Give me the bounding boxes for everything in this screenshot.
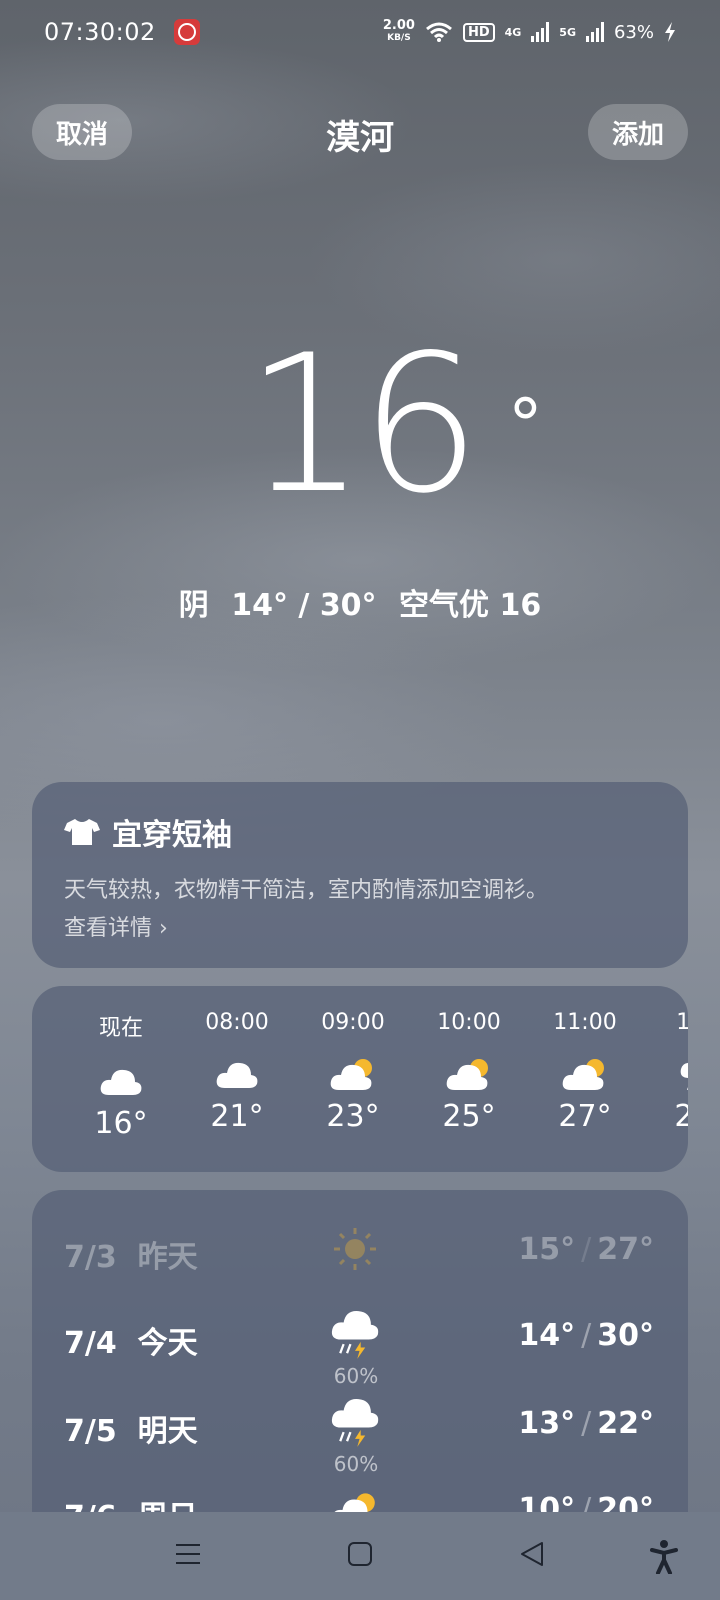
day-label: 7/5 明天 xyxy=(64,1406,198,1450)
day-date: 7/3 xyxy=(64,1240,117,1275)
hour-temp: 16° xyxy=(94,1106,148,1141)
network-5g-label: 5G xyxy=(559,25,576,39)
hour-time: 12:0 xyxy=(676,1010,688,1035)
signal-4g-icon xyxy=(531,22,550,42)
current-temp-value: 16 ° xyxy=(245,330,543,520)
partly-cloudy-icon xyxy=(330,1059,372,1090)
day-row[interactable]: 7/3 昨天 15°/27° xyxy=(64,1228,654,1312)
daily-forecast-card[interactable]: 7/3 昨天 15°/27° 7/4 今天 60% 14°/30° 7/5 明天… xyxy=(32,1190,688,1530)
tip-details-link[interactable]: 查看详情 › xyxy=(64,910,656,942)
hourly-forecast-card[interactable]: 现在 16° 08:00 21° 09:00 23° 10:00 25° 11:… xyxy=(32,986,688,1172)
day-label: 7/3 昨天 xyxy=(64,1232,198,1276)
hour-time: 09:00 xyxy=(321,1010,385,1035)
thunderstorm-icon xyxy=(331,1311,379,1359)
hour-temp: 27° xyxy=(674,1099,688,1134)
screen-record-icon xyxy=(173,19,200,45)
hour-time: 10:00 xyxy=(437,1010,501,1035)
thunderstorm-icon xyxy=(331,1399,379,1447)
precip-chance: 60% xyxy=(333,1452,379,1476)
day-name: 明天 xyxy=(137,1414,198,1449)
menu-icon[interactable] xyxy=(174,1540,202,1568)
hour-item: 09:00 23° xyxy=(308,1010,398,1134)
tip-description: 天气较热，衣物精干简洁，室内酌情添加空调衫。 xyxy=(64,878,549,903)
partly-cloudy-icon xyxy=(446,1059,488,1090)
status-time: 07:30:02 xyxy=(44,18,156,46)
day-high: 22° xyxy=(597,1406,654,1441)
current-temp-number: 16 xyxy=(245,314,481,535)
status-icons: 2.00 KB/S HD 4G 5G 63% xyxy=(382,18,676,44)
add-button[interactable]: 添加 xyxy=(587,104,688,160)
hour-temp: 27° xyxy=(558,1099,612,1134)
hour-item: 现在 16° xyxy=(76,1010,166,1141)
navigation-bar xyxy=(0,1512,720,1600)
charging-icon xyxy=(665,22,675,42)
day-low: 14° xyxy=(518,1318,576,1353)
day-high: 30° xyxy=(597,1318,654,1353)
cloud-icon xyxy=(100,1069,142,1095)
day-row[interactable]: 7/4 今天 60% 14°/30° xyxy=(64,1311,654,1398)
day-low: 13° xyxy=(518,1406,576,1441)
day-date: 7/4 xyxy=(64,1326,117,1361)
day-high: 27° xyxy=(597,1232,654,1267)
day-low: 15° xyxy=(518,1232,576,1267)
weather-summary: 阴 14° / 30° 空气优 16 xyxy=(0,580,720,624)
current-temperature: 16 ° xyxy=(0,330,720,530)
hour-time: 08:00 xyxy=(205,1010,269,1035)
hour-item: 08:00 21° xyxy=(192,1010,282,1134)
day-name: 今天 xyxy=(137,1326,198,1361)
day-label: 7/4 今天 xyxy=(64,1318,198,1362)
network-4g-label: 4G xyxy=(504,25,522,39)
net-speed: 2.00 KB/S xyxy=(382,18,415,44)
home-icon[interactable] xyxy=(346,1540,374,1568)
sun-icon xyxy=(334,1228,376,1270)
temp-range: 14° / 30° xyxy=(231,588,377,623)
net-speed-unit: KB/S xyxy=(387,33,411,43)
status-bar: 07:30:02 2.00 KB/S HD 4G 5G 63% xyxy=(0,0,720,64)
day-temp-range: 15°/27° xyxy=(518,1232,654,1267)
tip-title-row: 宜穿短袖 xyxy=(64,810,656,854)
battery-level: 63% xyxy=(613,21,654,43)
precip-chance: 60% xyxy=(333,1364,379,1388)
back-icon[interactable] xyxy=(518,1540,546,1568)
net-speed-value: 2.00 xyxy=(382,18,415,33)
wifi-icon xyxy=(425,22,452,42)
hour-item: 12:0 27° xyxy=(656,1010,688,1134)
hour-time: 11:00 xyxy=(553,1010,617,1035)
hd-badge: HD xyxy=(462,22,495,42)
hour-temp: 21° xyxy=(210,1099,264,1134)
day-temp-range: 14°/30° xyxy=(518,1318,654,1353)
day-name: 昨天 xyxy=(137,1240,198,1275)
accessibility-icon[interactable] xyxy=(650,1540,678,1574)
clothing-tip-card[interactable]: 宜穿短袖 天气较热，衣物精干简洁，室内酌情添加空调衫。 查看详情 › xyxy=(32,782,688,968)
header: 取消 漠河 添加 xyxy=(0,104,720,160)
hour-item: 10:00 25° xyxy=(424,1010,514,1134)
day-temp-range: 13°/22° xyxy=(518,1406,654,1441)
tip-title: 宜穿短袖 xyxy=(112,818,232,853)
thunderstorm-icon xyxy=(680,1062,688,1090)
hour-time: 现在 xyxy=(98,1016,143,1041)
partly-cloudy-icon xyxy=(562,1059,604,1090)
condition-text: 阴 xyxy=(178,588,209,623)
tshirt-icon xyxy=(64,819,100,845)
hour-item: 11:00 27° xyxy=(540,1010,630,1134)
hour-temp: 25° xyxy=(442,1099,496,1134)
day-row[interactable]: 7/5 明天 60% 13°/22° xyxy=(64,1399,654,1486)
current-temp-degree: ° xyxy=(507,384,543,466)
signal-5g-icon xyxy=(585,22,604,42)
air-quality: 空气优 16 xyxy=(399,588,542,623)
hour-temp: 23° xyxy=(326,1099,380,1134)
cloud-icon xyxy=(216,1062,258,1088)
day-date: 7/5 xyxy=(64,1414,117,1449)
